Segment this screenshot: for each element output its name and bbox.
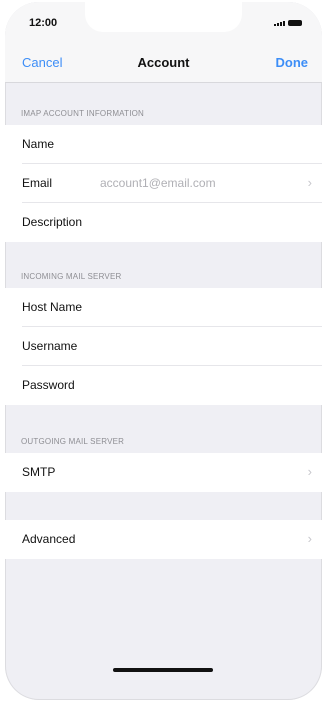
- section-header-outgoing-label: OUTGOING MAIL SERVER: [21, 437, 125, 446]
- navigation-bar: Cancel Account Done: [5, 42, 322, 83]
- chevron-right-icon: ›: [307, 531, 312, 546]
- host-name-row[interactable]: Host Name: [5, 288, 322, 327]
- chevron-right-icon: ›: [307, 464, 312, 479]
- status-time: 12:00: [29, 17, 58, 29]
- host-name-label: Host Name: [22, 300, 83, 314]
- home-indicator[interactable]: [113, 668, 213, 672]
- name-label: Name: [22, 137, 55, 151]
- section-header-imap-label: IMAP ACCOUNT INFORMATION: [21, 109, 145, 118]
- outgoing-group: SMTP ›: [5, 453, 322, 492]
- advanced-row[interactable]: Advanced ›: [5, 520, 322, 559]
- signal-icon: [274, 21, 285, 26]
- email-row[interactable]: Email account1@email.com ›: [5, 164, 322, 203]
- username-label: Username: [22, 339, 78, 353]
- username-row[interactable]: Username: [5, 327, 322, 366]
- smtp-row[interactable]: SMTP ›: [5, 453, 322, 492]
- notch: [85, 2, 242, 32]
- smtp-label: SMTP: [22, 465, 56, 479]
- email-label: Email: [22, 176, 53, 190]
- battery-icon: [288, 20, 302, 26]
- section-header-incoming: INCOMING MAIL SERVER: [5, 242, 322, 288]
- password-label: Password: [22, 378, 75, 392]
- advanced-label: Advanced: [22, 532, 76, 546]
- section-header-incoming-label: INCOMING MAIL SERVER: [21, 272, 122, 281]
- status-bar: 12:00: [5, 2, 322, 42]
- section-header-imap: IMAP ACCOUNT INFORMATION: [5, 83, 322, 125]
- phone-screen: 12:00 Cancel Account Done IMAP ACCOUNT I…: [5, 2, 322, 700]
- incoming-group: Host Name Username Password: [5, 288, 322, 405]
- description-row[interactable]: Description: [5, 203, 322, 242]
- advanced-group: Advanced ›: [5, 520, 322, 559]
- password-row[interactable]: Password: [5, 366, 322, 405]
- chevron-right-icon: ›: [307, 175, 312, 190]
- section-header-outgoing: OUTGOING MAIL SERVER: [5, 405, 322, 453]
- page-title: Account: [137, 55, 190, 70]
- email-value: account1@email.com: [100, 176, 216, 190]
- name-row[interactable]: Name: [5, 125, 322, 164]
- description-label: Description: [22, 215, 83, 229]
- done-button[interactable]: Done: [276, 55, 309, 70]
- imap-group: Name Email account1@email.com › Descript…: [5, 125, 322, 242]
